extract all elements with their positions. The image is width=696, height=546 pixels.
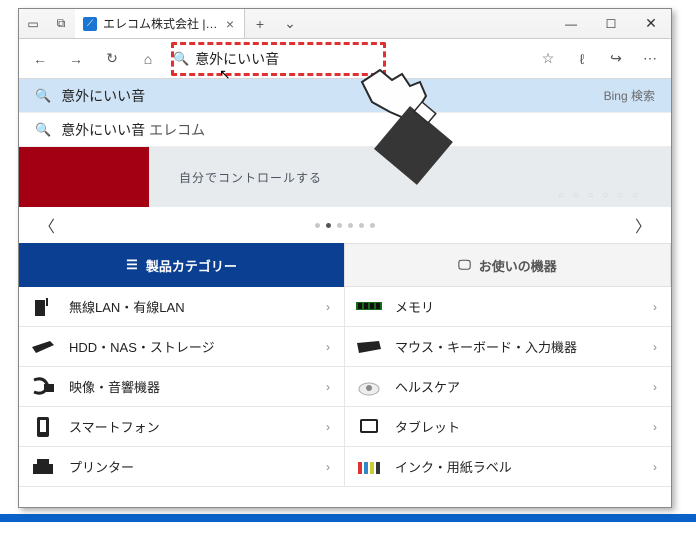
keyboard-icon xyxy=(355,335,383,359)
category-item[interactable]: タブレット › xyxy=(345,407,671,447)
content-tabs: ☰ 製品カテゴリー 🖵 お使いの機器 xyxy=(19,243,671,287)
chevron-right-icon: › xyxy=(326,380,330,394)
suggestion-text: 意外にいい音 xyxy=(61,86,145,106)
minimize-button[interactable]: — xyxy=(551,9,591,38)
tab-actions-icon[interactable]: ▭ xyxy=(19,17,47,31)
navigation-bar: ← → ↻ ⌂ 🔍 ↖ ☆ ℓ ↪ ⋯ xyxy=(19,39,671,79)
health-icon xyxy=(355,375,383,399)
chevron-right-icon: › xyxy=(653,380,657,394)
favicon-icon: ⟋ xyxy=(83,17,97,31)
av-icon xyxy=(29,375,57,399)
share-icon[interactable]: ↪ xyxy=(599,42,633,76)
chevron-right-icon: › xyxy=(326,460,330,474)
chevron-right-icon: › xyxy=(653,420,657,434)
category-label: プリンター xyxy=(69,457,134,476)
category-label: タブレット xyxy=(395,417,460,436)
device-icon: 🖵 xyxy=(458,257,471,273)
category-item[interactable]: 映像・音響機器 › xyxy=(19,367,345,407)
category-label: 映像・音響機器 xyxy=(69,377,160,396)
carousel-prev-button[interactable]: 〈 xyxy=(39,213,55,237)
category-label: HDD・NAS・ストレージ xyxy=(69,337,215,356)
bing-search-label: Bing 検索 xyxy=(604,87,655,104)
carousel-dot[interactable] xyxy=(359,223,364,228)
browser-tab[interactable]: ⟋ エレコム株式会社 | ELECC × xyxy=(75,9,245,38)
decoration-bar xyxy=(0,514,696,522)
chevron-right-icon: › xyxy=(326,340,330,354)
category-label: マウス・キーボード・入力機器 xyxy=(395,337,577,356)
category-item[interactable]: スマートフォン › xyxy=(19,407,345,447)
category-grid: 無線LAN・有線LAN›HDD・NAS・ストレージ›映像・音響機器›スマートフォ… xyxy=(19,287,671,487)
search-icon: 🔍 xyxy=(35,88,51,104)
tab-label: お使いの機器 xyxy=(479,256,557,275)
category-item[interactable]: HDD・NAS・ストレージ › xyxy=(19,327,345,367)
category-label: スマートフォン xyxy=(69,417,160,436)
chevron-right-icon: › xyxy=(326,420,330,434)
tab-label: 製品カテゴリー xyxy=(146,256,237,275)
carousel-dot[interactable] xyxy=(337,223,342,228)
category-item[interactable]: マウス・キーボード・入力機器 › xyxy=(345,327,671,367)
category-item[interactable]: メモリ › xyxy=(345,287,671,327)
list-icon: ☰ xyxy=(126,257,138,273)
carousel-nav: 〈 〉 xyxy=(19,207,671,243)
set-aside-tabs-icon[interactable]: ⧉ xyxy=(47,16,75,31)
printer-icon xyxy=(29,455,57,479)
suggestion-text: 意外にいい音 エレコム xyxy=(61,120,205,140)
ink-icon xyxy=(355,455,383,479)
category-item[interactable]: インク・用紙ラベル › xyxy=(345,447,671,487)
carousel-dot[interactable] xyxy=(370,223,375,228)
category-label: メモリ xyxy=(395,297,434,316)
close-tab-icon[interactable]: × xyxy=(224,16,236,32)
search-suggestions: 🔍 意外にいい音 Bing 検索 🔍 意外にいい音 エレコム xyxy=(19,79,671,147)
category-item[interactable]: 無線LAN・有線LAN › xyxy=(19,287,345,327)
carousel-next-button[interactable]: 〉 xyxy=(635,213,651,237)
home-button[interactable]: ⌂ xyxy=(131,42,165,76)
favorites-icon[interactable]: ☆ xyxy=(531,42,565,76)
chevron-right-icon: › xyxy=(653,300,657,314)
chevron-right-icon: › xyxy=(653,460,657,474)
more-icon[interactable]: ⋯ xyxy=(633,42,667,76)
banner-text: 自分でコントロールする xyxy=(179,169,322,186)
hero-banner: 自分でコントロールする ○ ○ ○ ○ ○ ○ xyxy=(19,147,671,207)
tab-product-category[interactable]: ☰ 製品カテゴリー xyxy=(19,243,344,287)
category-label: 無線LAN・有線LAN xyxy=(69,297,185,316)
category-item[interactable]: プリンター › xyxy=(19,447,345,487)
new-tab-button[interactable]: + xyxy=(245,9,275,38)
memory-icon xyxy=(355,295,383,319)
suggestion-item[interactable]: 🔍 意外にいい音 Bing 検索 xyxy=(19,79,671,113)
carousel-dots xyxy=(315,223,375,228)
address-bar[interactable]: 🔍 ↖ xyxy=(167,44,529,74)
tab-overflow-icon[interactable]: ⌄ xyxy=(275,9,305,38)
category-label: インク・用紙ラベル xyxy=(395,457,512,476)
forward-button[interactable]: → xyxy=(59,42,93,76)
back-button[interactable]: ← xyxy=(23,42,57,76)
reading-list-icon[interactable]: ℓ xyxy=(565,42,599,76)
carousel-dot[interactable] xyxy=(326,223,331,228)
search-icon: 🔍 xyxy=(35,122,51,138)
category-label: ヘルスケア xyxy=(395,377,460,396)
carousel-dot[interactable] xyxy=(348,223,353,228)
suggestion-item[interactable]: 🔍 意外にいい音 エレコム xyxy=(19,113,671,147)
address-input[interactable] xyxy=(195,51,529,67)
carousel-dot[interactable] xyxy=(315,223,320,228)
close-window-button[interactable]: ✕ xyxy=(631,9,671,38)
tab-your-device[interactable]: 🖵 お使いの機器 xyxy=(344,243,671,287)
refresh-button[interactable]: ↻ xyxy=(95,42,129,76)
category-item[interactable]: ヘルスケア › xyxy=(345,367,671,407)
window-titlebar: ▭ ⧉ ⟋ エレコム株式会社 | ELECC × + ⌄ — ☐ ✕ xyxy=(19,9,671,39)
search-icon: 🔍 xyxy=(173,51,189,67)
chevron-right-icon: › xyxy=(653,340,657,354)
tablet-icon xyxy=(355,415,383,439)
hdd-icon xyxy=(29,335,57,359)
banner-decoration: ○ ○ ○ ○ ○ ○ xyxy=(558,190,641,201)
router-icon xyxy=(29,295,57,319)
maximize-button[interactable]: ☐ xyxy=(591,9,631,38)
tab-title: エレコム株式会社 | ELECC xyxy=(103,15,218,32)
phone-icon xyxy=(29,415,57,439)
chevron-right-icon: › xyxy=(326,300,330,314)
